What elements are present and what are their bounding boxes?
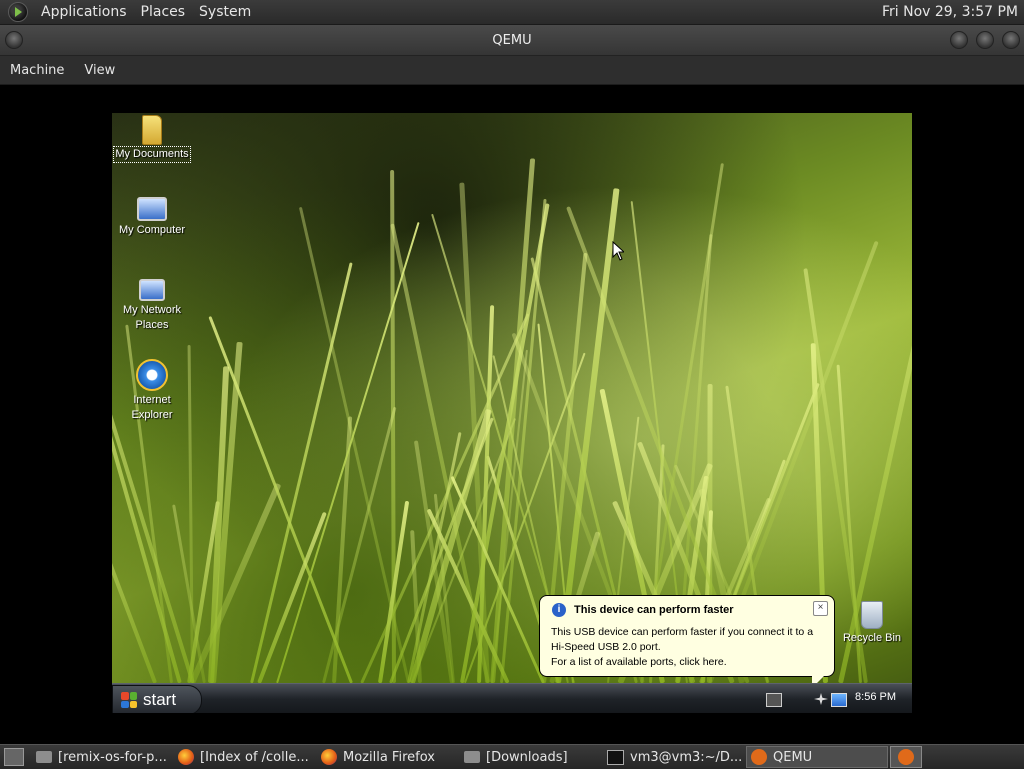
gnome-foot-icon[interactable] <box>8 2 28 22</box>
close-icon[interactable] <box>1002 31 1020 49</box>
desktop-icon-my-network-places[interactable]: My Network Places <box>112 279 192 333</box>
machine-menu[interactable]: Machine <box>0 63 74 78</box>
balloon-body[interactable]: This USB device can perform faster if yo… <box>551 625 813 670</box>
grass-blade <box>275 221 420 684</box>
network-icon <box>139 279 165 301</box>
guest-display[interactable]: My Documents My Computer My Network Plac… <box>112 113 912 713</box>
security-shield-icon[interactable] <box>831 693 847 707</box>
panel-clock[interactable]: Fri Nov 29, 3:57 PM <box>882 4 1018 20</box>
taskbar-item[interactable]: vm3@vm3:~/D... <box>603 746 746 768</box>
window-menu-icon[interactable] <box>5 31 23 49</box>
task-label: [remix-os-for-p... <box>58 749 167 765</box>
folder-icon <box>36 751 52 763</box>
task-label: vm3@vm3:~/D... <box>630 749 743 765</box>
balloon-title: This device can perform faster <box>574 604 734 616</box>
mouse-cursor-icon <box>612 241 624 261</box>
task-label: [Downloads] <box>486 749 568 765</box>
guest-clock[interactable]: 8:56 PM <box>855 691 896 703</box>
desktop-icon-my-computer[interactable]: My Computer <box>112 197 192 238</box>
system-menu[interactable]: System <box>192 4 258 20</box>
ie-icon <box>136 359 168 391</box>
folder-icon <box>464 751 480 763</box>
taskbar-item[interactable]: [Downloads] <box>460 746 603 768</box>
start-button[interactable]: start <box>112 685 202 713</box>
balloon-line: This USB device can perform faster if yo… <box>551 626 814 638</box>
taskbar-item[interactable]: [Index of /colle... <box>174 746 317 768</box>
guest-taskbar: start 8:56 PM <box>112 683 912 713</box>
firefox-icon <box>321 749 337 765</box>
maximize-icon[interactable] <box>976 31 994 49</box>
keyboard-icon[interactable] <box>766 693 782 707</box>
grass-blade <box>489 157 536 684</box>
qemu-icon <box>898 749 914 765</box>
usb-notification-balloon[interactable]: i This device can perform faster × This … <box>539 595 835 677</box>
desktop-icon-my-documents[interactable]: My Documents <box>112 115 192 163</box>
top-panel: Applications Places System Fri Nov 29, 3… <box>0 0 1024 25</box>
places-menu[interactable]: Places <box>134 4 193 20</box>
bottom-panel: [remix-os-for-p... [Index of /colle... M… <box>0 744 1024 769</box>
recycle-bin-icon <box>861 601 883 629</box>
desktop-icon-label: My Documents <box>113 146 191 163</box>
task-label: Mozilla Firefox <box>343 749 435 765</box>
desktop-icon-recycle-bin[interactable]: Recycle Bin <box>832 601 912 646</box>
view-menu[interactable]: View <box>74 63 125 78</box>
show-desktop-icon[interactable] <box>4 748 24 766</box>
window-menubar: Machine View <box>0 56 1024 85</box>
window-titlebar[interactable]: QEMU <box>0 25 1024 56</box>
task-label: QEMU <box>773 749 813 765</box>
taskbar-item[interactable]: Mozilla Firefox <box>317 746 460 768</box>
minimize-icon[interactable] <box>950 31 968 49</box>
qemu-icon <box>751 749 767 765</box>
balloon-close-button[interactable]: × <box>813 601 828 616</box>
grass-blade <box>331 415 352 684</box>
info-icon: i <box>552 603 566 617</box>
desktop-icon-label: My Computer <box>118 224 186 236</box>
desktop-icon-label: My Network Places <box>122 304 182 331</box>
applications-menu[interactable]: Applications <box>34 4 134 20</box>
desktop-icon-label: Internet Explorer <box>131 394 173 421</box>
window-title: QEMU <box>492 32 532 48</box>
grass-blade <box>256 511 327 684</box>
computer-icon <box>137 197 167 221</box>
firefox-icon <box>178 749 194 765</box>
taskbar-item[interactable]: [remix-os-for-p... <box>32 746 174 768</box>
folder-icon <box>142 115 162 145</box>
balloon-link[interactable]: For a list of available ports, click her… <box>551 655 813 670</box>
balloon-line: Hi-Speed USB 2.0 port. <box>551 641 661 653</box>
terminal-icon <box>607 749 624 765</box>
usb-icon[interactable] <box>814 693 828 705</box>
task-label: [Index of /colle... <box>200 749 309 765</box>
desktop-icon-internet-explorer[interactable]: Internet Explorer <box>112 359 192 423</box>
desktop-icon-label: Recycle Bin <box>842 632 902 644</box>
start-label: start <box>143 690 177 709</box>
taskbar-item-active[interactable]: QEMU <box>746 746 888 768</box>
workspace-switcher[interactable] <box>890 746 922 768</box>
windows-flag-icon <box>121 692 137 708</box>
